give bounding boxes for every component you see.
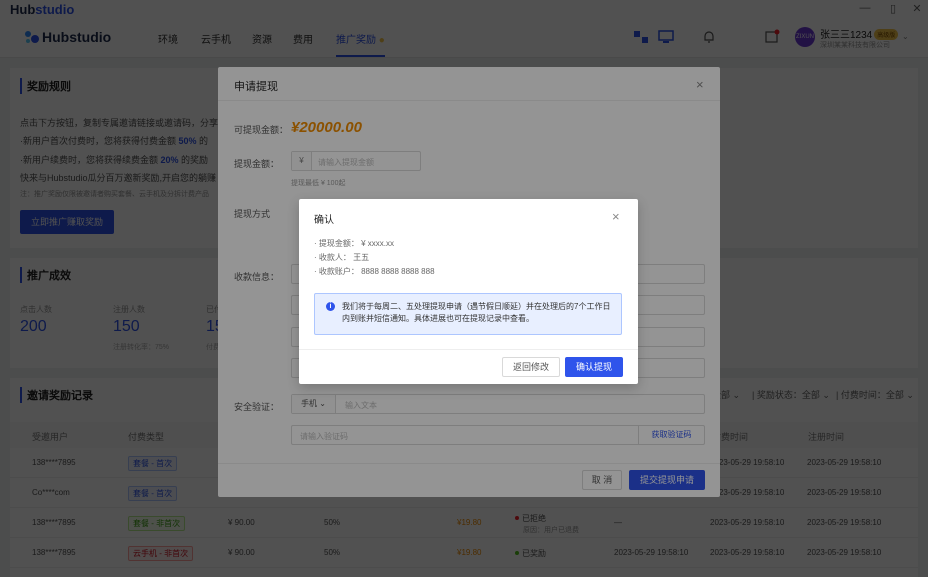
dialog-divider — [299, 349, 638, 350]
notice-text: 我们将于每周二、五处理提现申请（遇节假日顺延）并在处理后的7个工作日内到账并短信… — [342, 302, 611, 323]
confirm-dialog: 确认 × · 提现金额： ¥ xxxx.xx · 收款人： 王五 · 收款账户：… — [299, 199, 638, 384]
confirm-payee: · 收款人： 王五 — [314, 253, 370, 262]
notice-box: i 我们将于每周二、五处理提现申请（遇节假日顺延）并在处理后的7个工作日内到账并… — [314, 293, 622, 335]
back-to-edit-button[interactable]: 返回修改 — [502, 357, 560, 377]
confirm-amount: · 提现金额： ¥ xxxx.xx — [314, 239, 395, 248]
info-icon: i — [326, 302, 335, 311]
close-icon[interactable]: × — [612, 210, 620, 223]
confirm-withdraw-button[interactable]: 确认提现 — [565, 357, 623, 377]
confirm-account: · 收款账户： 8888 8888 8888 888 — [314, 267, 435, 276]
confirm-title: 确认 — [314, 215, 334, 226]
